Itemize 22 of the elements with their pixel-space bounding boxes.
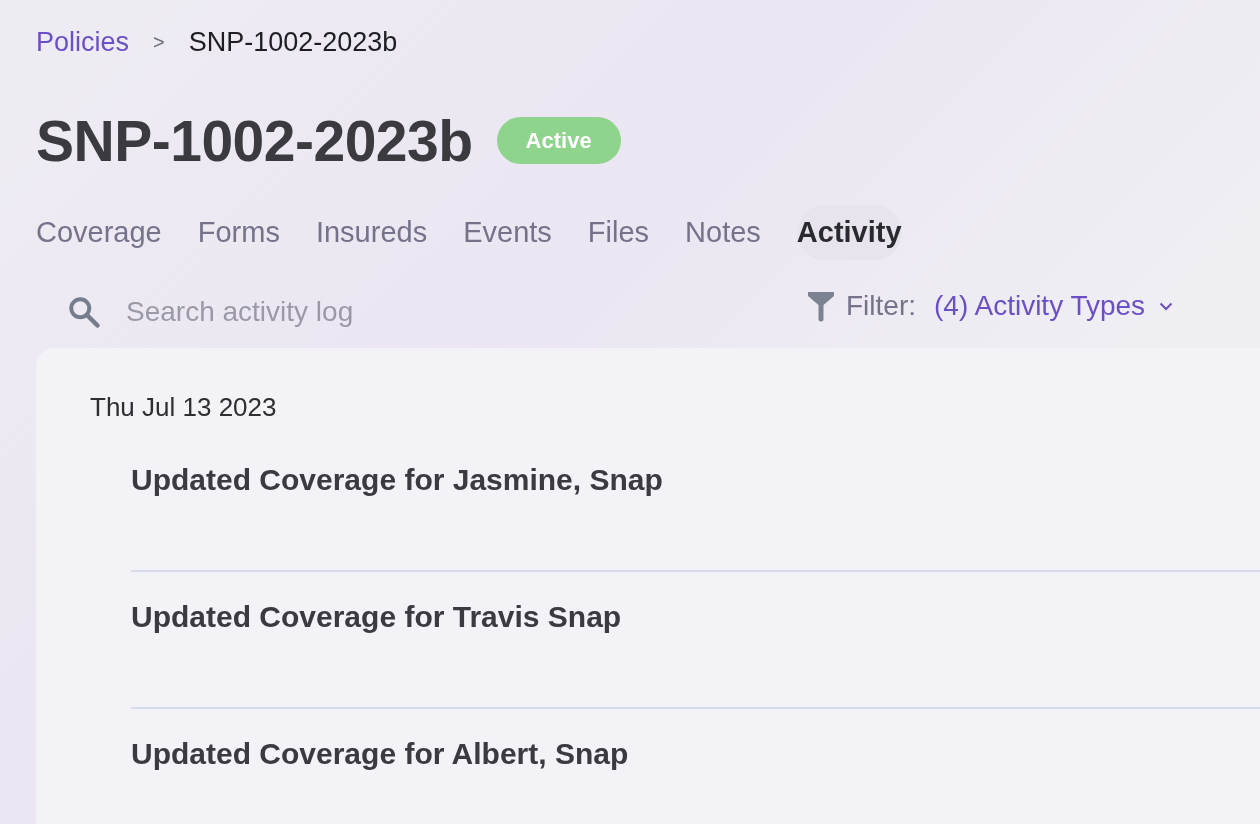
filter-label: Filter: xyxy=(846,289,916,324)
caret-icon xyxy=(1159,301,1174,311)
tab[interactable]: Activity xyxy=(796,204,902,261)
activity-entry-title: Updated Coverage for Jasmine, Snap xyxy=(131,462,664,499)
breadcrumb-link[interactable]: Policies xyxy=(36,22,130,63)
date-heading: Thu Jul 13 2023 xyxy=(90,391,278,425)
activity-entry-title: Updated Coverage for Albert, Snap xyxy=(131,736,630,773)
tab[interactable]: Insureds xyxy=(315,204,428,261)
tab[interactable]: Forms xyxy=(197,204,280,261)
tab[interactable]: Files xyxy=(587,204,650,261)
tab[interactable]: Coverage xyxy=(36,204,162,261)
search-icon xyxy=(66,294,102,331)
breadcrumb-separator: > xyxy=(153,30,165,56)
search-field[interactable]: Search activity log xyxy=(36,290,376,335)
activity-type-dropdown[interactable]: (4) Activity Types xyxy=(934,285,1174,328)
tab[interactable]: Notes xyxy=(685,204,761,261)
activity-entry-title: Updated Coverage for Travis Snap xyxy=(131,599,623,636)
breadcrumb-current: SNP-1002-2023b xyxy=(188,26,398,59)
filter-icon xyxy=(806,290,836,323)
page-title: SNP-1002-2023b xyxy=(36,107,473,175)
status-badge: Active xyxy=(496,117,621,165)
tab[interactable]: Events xyxy=(463,204,552,261)
